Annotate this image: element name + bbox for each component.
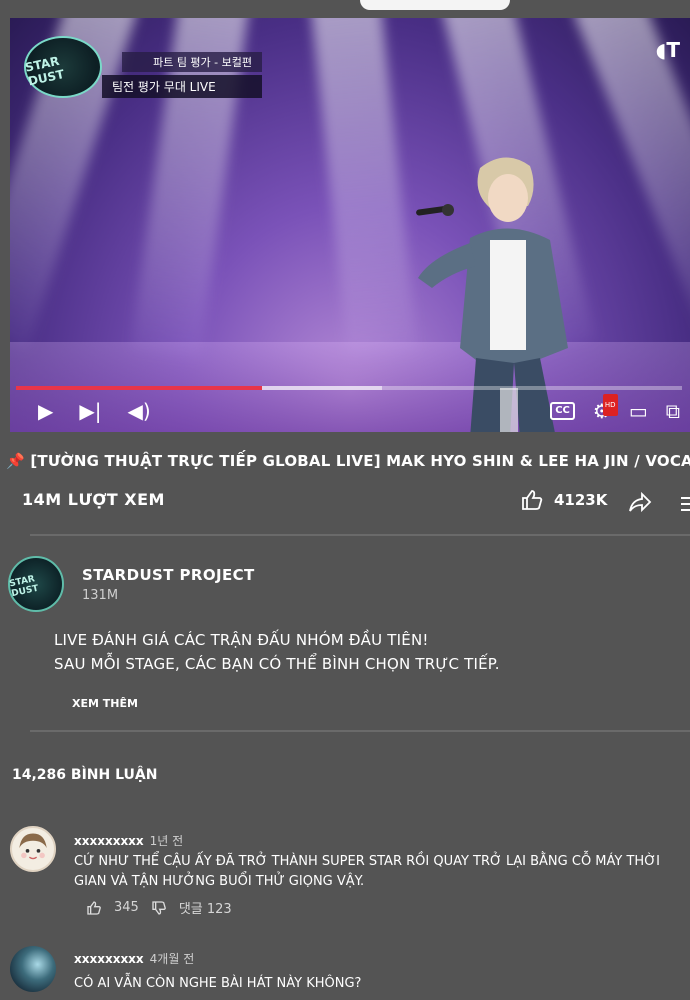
next-icon[interactable]: ▶|: [79, 400, 101, 422]
video-player[interactable]: STAR DUST 파트 팀 평가 - 보컬편 팀전 평가 무대 LIVE ◖T…: [10, 18, 690, 432]
share-icon: [629, 491, 652, 513]
view-count: 14M LƯỢT XEM: [22, 490, 165, 509]
user-avatar[interactable]: [10, 826, 56, 872]
description-line: SAU MỖI STAGE, CÁC BẠN CÓ THỂ BÌNH CHỌN …: [54, 655, 500, 673]
comment-like-count: 345: [114, 900, 139, 915]
menu-icon: [681, 497, 690, 511]
description-line: LIVE ĐÁNH GIÁ CÁC TRẬN ĐẤU NHÓM ĐẦU TIÊN…: [54, 631, 429, 649]
hd-badge: HD: [602, 394, 618, 416]
thumbs-up-icon[interactable]: [86, 900, 102, 916]
player-controls-left: ▶ ▶| ◀): [38, 400, 151, 422]
comment-time: 1년 전: [149, 834, 184, 848]
player-controls-right: CC ⚙ HD ▭ ⧉: [550, 394, 680, 422]
video-meta-row: 14M LƯỢT XEM 4123K: [22, 490, 690, 516]
pin-icon: 📌: [6, 452, 25, 470]
settings-icon[interactable]: ⚙ HD: [593, 394, 618, 422]
top-panel-edge: [0, 0, 690, 18]
video-description: LIVE ĐÁNH GIÁ CÁC TRẬN ĐẤU NHÓM ĐẦU TIÊN…: [54, 628, 500, 676]
play-icon[interactable]: ▶: [38, 400, 53, 422]
comment-count: 14,286 BÌNH LUẬN: [12, 767, 158, 783]
like-count: 4123K: [554, 491, 608, 509]
volume-icon[interactable]: ◀): [128, 400, 151, 422]
user-avatar[interactable]: [10, 946, 56, 992]
divider: [30, 730, 690, 732]
stardust-logo: STAR DUST: [24, 36, 102, 98]
stage-light-beam: [572, 18, 690, 345]
reply-count[interactable]: 댓글 123: [179, 898, 232, 917]
channel-avatar-text: STAR DUST: [8, 574, 40, 600]
stage-light-beam: [310, 18, 418, 360]
caption-line-2: 팀전 평가 무대 LIVE: [102, 75, 262, 98]
channel-avatar[interactable]: STAR DUST: [8, 556, 64, 612]
channel-name[interactable]: STARDUST PROJECT: [82, 566, 255, 584]
divider: [30, 534, 690, 536]
author-name: xxxxxxxxx: [74, 952, 144, 966]
cc-icon[interactable]: CC: [550, 402, 575, 420]
thumbs-down-icon[interactable]: [151, 900, 167, 916]
share-button[interactable]: [628, 490, 652, 518]
caption-line-1: 파트 팀 평가 - 보컬편: [122, 52, 262, 72]
video-title-text: [TƯỜNG THUẬT TRỰC TIẾP GLOBAL LIVE] MAK …: [30, 452, 690, 470]
see-more-link[interactable]: XEM THÊM: [72, 697, 138, 710]
progress-played: [16, 386, 263, 390]
like-button[interactable]: 4123K: [520, 488, 607, 512]
channel-watermark: ◖T: [655, 38, 680, 62]
comment-actions: 345 댓글 123: [86, 898, 232, 917]
subscriber-count: 131M: [82, 588, 119, 603]
miniplayer-icon[interactable]: ▭: [629, 400, 648, 422]
progress-bar[interactable]: [16, 386, 682, 390]
logo-text: STAR DUST: [23, 53, 66, 89]
broadcast-caption: 파트 팀 평가 - 보컬편 팀전 평가 무대 LIVE: [102, 52, 262, 98]
comment-author[interactable]: xxxxxxxxx 4개월 전: [74, 950, 194, 967]
more-button[interactable]: [678, 492, 690, 520]
comment-text: CÓ AI VẪN CÒN NGHE BÀI HÁT NÀY KHÔNG?: [74, 976, 362, 991]
comment-text: CỨ NHƯ THỂ CẬU ẤY ĐÃ TRỞ THÀNH SUPER STA…: [74, 854, 660, 889]
comment-author[interactable]: xxxxxxxxx 1년 전: [74, 832, 183, 849]
video-title: 📌 [TƯỜNG THUẬT TRỰC TIẾP GLOBAL LIVE] MA…: [6, 452, 690, 470]
author-name: xxxxxxxxx: [74, 834, 144, 848]
thumbs-up-icon: [522, 490, 543, 510]
cast-icon[interactable]: ⧉: [666, 400, 680, 422]
speech-bubble-edge: [360, 0, 510, 10]
comment-time: 4개월 전: [149, 952, 195, 966]
